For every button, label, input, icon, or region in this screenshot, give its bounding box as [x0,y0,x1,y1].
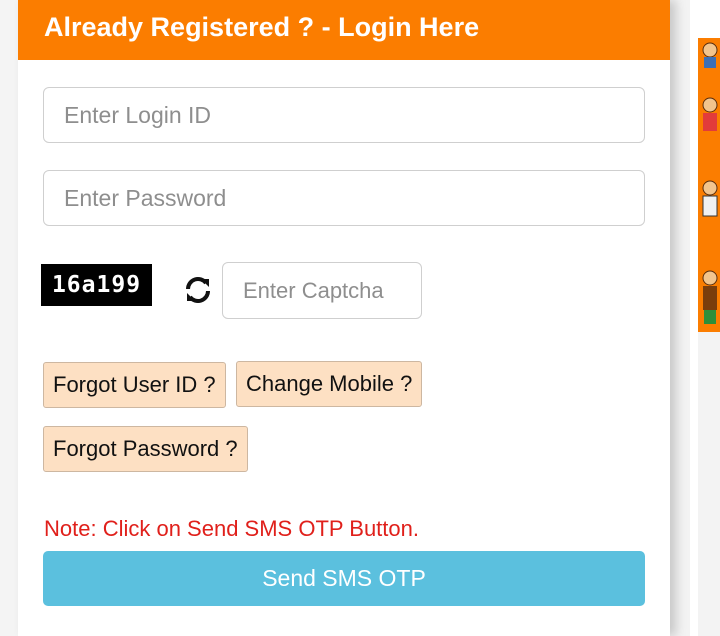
change-mobile-button[interactable]: Change Mobile ? [236,361,423,407]
forgot-password-button[interactable]: Forgot Password ? [43,426,248,472]
page-background [0,0,18,636]
send-sms-otp-button[interactable]: Send SMS OTP [43,551,645,606]
login-title: Already Registered ? - Login Here [44,12,480,42]
otp-note: Note: Click on Send SMS OTP Button. [44,516,419,541]
side-gap [690,0,698,636]
side-banner [698,0,720,332]
side-banner-top [698,0,720,38]
login-card: Already Registered ? - Login Here 16a199… [18,0,670,636]
captcha-image: 16a199 [41,264,152,306]
cartoon-figure-icon [702,180,718,217]
card-header: Already Registered ? - Login Here [18,0,670,60]
cartoon-figure-icon [702,270,718,324]
captcha-input[interactable] [222,262,422,319]
cartoon-figure-icon [702,42,718,68]
cartoon-figure-icon [702,97,718,131]
refresh-icon[interactable] [184,276,212,304]
forgot-user-id-button[interactable]: Forgot User ID ? [43,362,226,408]
login-id-input[interactable] [43,87,645,143]
password-input[interactable] [43,170,645,226]
